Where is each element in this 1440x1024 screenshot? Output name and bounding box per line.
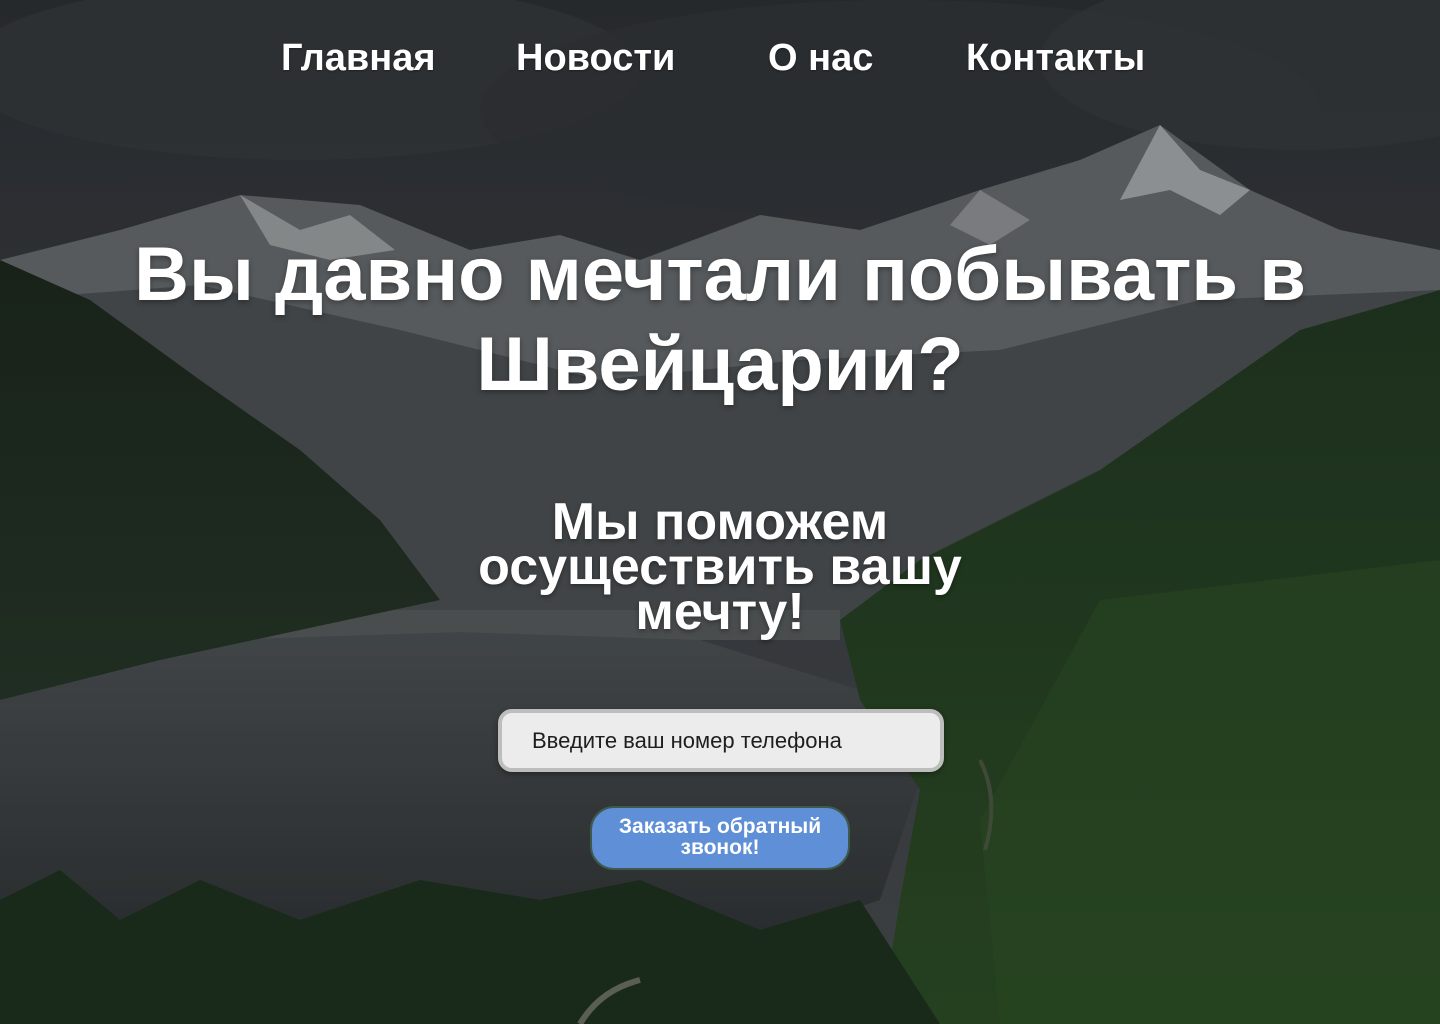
nav-link-contacts[interactable]: Контакты <box>966 36 1145 80</box>
hero-title: Вы давно мечтали побывать в Швейцарии? <box>134 232 1306 407</box>
nav-link-news[interactable]: Новости <box>516 36 675 80</box>
nav-link-home[interactable]: Главная <box>281 36 436 80</box>
order-callback-button[interactable]: Заказать обратный звонок! <box>590 806 850 870</box>
main-nav: Главная Новости О нас Контакты <box>0 30 1440 86</box>
phone-input[interactable] <box>498 709 944 772</box>
nav-link-about[interactable]: О нас <box>768 36 873 80</box>
hero-subtitle: Мы поможем осуществить вашу мечту! <box>478 493 962 641</box>
